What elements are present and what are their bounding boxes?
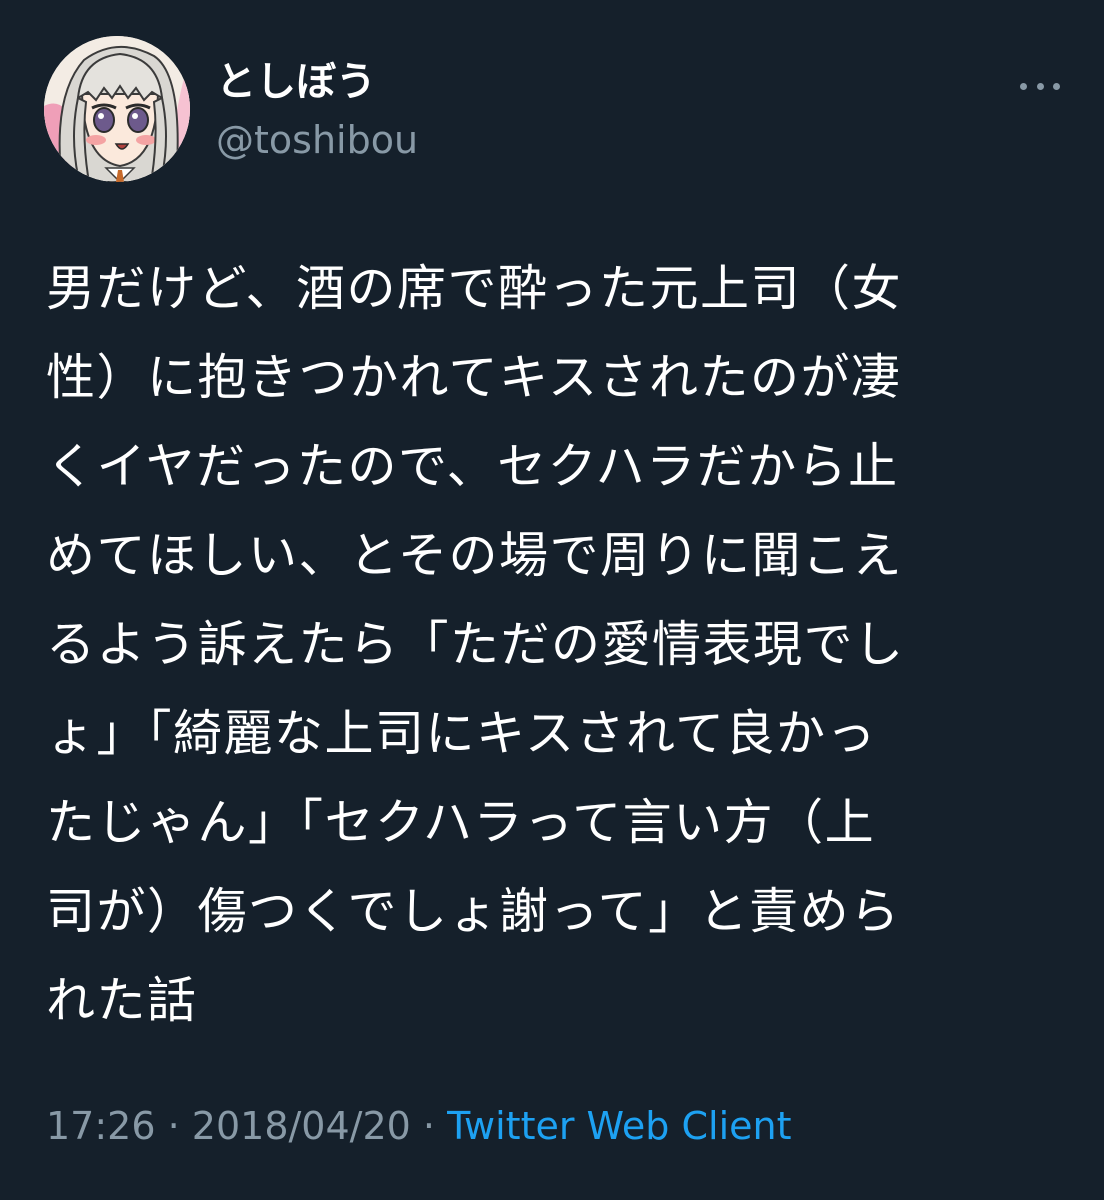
tweet-text-line: たじゃん」「セクハラって言い方（上: [46, 794, 876, 851]
tweet-metadata: 17:26 · 2018/04/20 · Twitter Web Client: [46, 1098, 791, 1154]
tweet-text: 男だけど、酒の席で酔った元上司（女 性）に抱きつかれてキスされたのが凄 くイヤだ…: [46, 244, 1056, 1045]
author-names: としぼう @toshibou: [216, 56, 418, 166]
meta-separator: ·: [167, 1104, 180, 1148]
more-options-button[interactable]: [1020, 76, 1060, 96]
tweet: としぼう @toshibou 男だけど、酒の席で酔った元上司（女 性）に抱きつか…: [0, 0, 1104, 1200]
tweet-header: としぼう @toshibou: [44, 36, 1060, 186]
tweet-date[interactable]: 2018/04/20: [192, 1104, 411, 1148]
more-dots-icon: [1053, 82, 1060, 90]
username-handle[interactable]: @toshibou: [216, 114, 418, 166]
display-name[interactable]: としぼう: [216, 56, 418, 108]
avatar[interactable]: [44, 36, 190, 182]
meta-separator: ·: [422, 1104, 436, 1148]
more-dots-icon: [1020, 82, 1027, 90]
tweet-text-line: 司が）傷つくでしょ謝って」と責めら: [46, 883, 901, 940]
tweet-text-line: るよう訴えたら「ただの愛情表現でし: [46, 616, 905, 673]
tweet-text-line: ょ」「綺麗な上司にキスされて良かっ: [46, 705, 878, 762]
tweet-text-line: くイヤだったので、セクハラだから止: [46, 438, 899, 495]
tweet-text-line: れた話: [46, 972, 198, 1029]
tweet-text-line: 性）に抱きつかれてキスされたのが凄: [46, 349, 902, 406]
tweet-time[interactable]: 17:26: [46, 1104, 156, 1148]
client-link[interactable]: Twitter Web Client: [447, 1104, 791, 1148]
avatar-illustration: [44, 36, 190, 182]
tweet-text-line: めてほしい、とその場で周りに聞こえ: [46, 527, 904, 584]
more-dots-icon: [1036, 82, 1044, 90]
tweet-text-line: 男だけど、酒の席で酔った元上司（女: [46, 260, 903, 317]
